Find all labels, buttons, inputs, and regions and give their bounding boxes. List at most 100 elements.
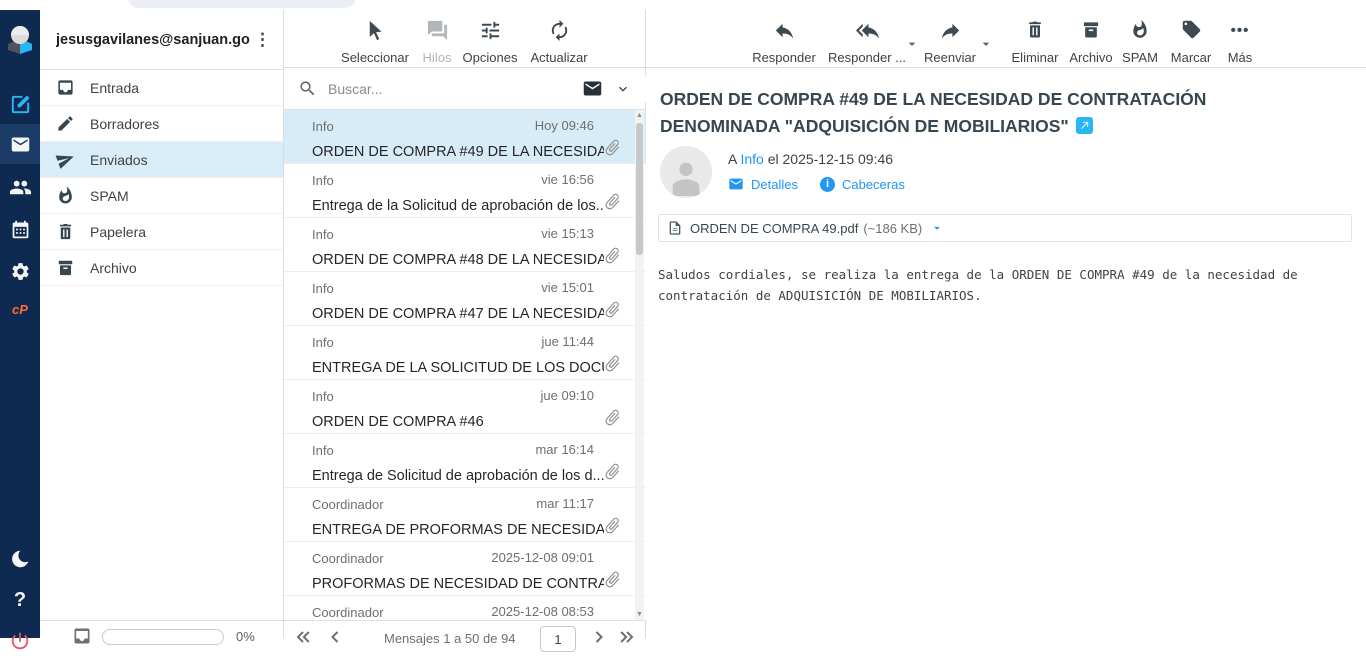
more-button[interactable]: ••• Más	[1216, 19, 1264, 65]
reply-all-icon	[856, 19, 879, 42]
browser-chrome-strip	[0, 0, 1366, 10]
more-dots-icon: •••	[1231, 19, 1250, 42]
page-number-input[interactable]	[540, 626, 576, 652]
archive-icon	[56, 258, 75, 277]
message-row[interactable]: Coordinador 2025-12-08 08:53	[284, 596, 646, 620]
sogo-logo	[4, 22, 36, 56]
recipient-line: A Info el 2025-12-15 09:46	[728, 151, 893, 167]
list-scrollbar[interactable]: ▲ ▼	[635, 110, 644, 620]
compose-icon[interactable]	[0, 86, 40, 122]
list-toolbar: Seleccionar Hilos Opciones Actualizar	[284, 10, 645, 68]
pointer-icon	[364, 19, 387, 42]
archive-icon	[1081, 19, 1101, 40]
inbox-status-icon	[72, 626, 92, 646]
calendar-module-icon[interactable]	[0, 211, 40, 247]
open-in-popup-icon[interactable]	[1076, 117, 1093, 134]
search-icon	[298, 79, 317, 98]
dark-mode-icon[interactable]	[0, 541, 40, 577]
pdf-icon	[667, 220, 683, 236]
spam-icon	[56, 186, 75, 205]
search-bar	[284, 68, 645, 110]
account-row: jesusgavilanes@sanjuan.gob.... ⋮	[40, 10, 283, 70]
message-row[interactable]: Info vie 15:01 ORDEN DE COMPRA #47 DE LA…	[284, 272, 646, 326]
recipient-link[interactable]: Info	[740, 151, 763, 167]
message-row[interactable]: Info Hoy 09:46 ORDEN DE COMPRA #49 DE LA…	[284, 110, 646, 164]
attachment-size: (~186 KB)	[863, 221, 922, 236]
quota-progress-bar	[102, 629, 224, 645]
tag-icon	[1181, 19, 1202, 40]
attachment-caret-icon[interactable]	[930, 221, 944, 235]
folder-archivo[interactable]: Archivo	[40, 250, 283, 286]
message-row[interactable]: Coordinador mar 11:17 ENTREGA DE PROFORM…	[284, 488, 646, 542]
person-icon	[666, 154, 706, 198]
scrollbar-thumb[interactable]	[636, 123, 643, 255]
mail-module-icon[interactable]	[0, 124, 40, 164]
logout-icon[interactable]	[0, 623, 40, 659]
forward-button[interactable]: Reenviar	[914, 19, 986, 65]
next-page-icon[interactable]	[588, 627, 610, 649]
help-icon[interactable]: ?	[0, 582, 40, 618]
first-page-icon[interactable]	[292, 627, 314, 649]
forward-icon	[939, 19, 962, 42]
select-button[interactable]: Seleccionar	[333, 19, 417, 65]
quota-status-bar: 0%	[40, 620, 283, 648]
folder-entrada[interactable]: Entrada	[40, 70, 283, 106]
settings-icon[interactable]	[0, 253, 40, 289]
pagination-bar: Mensajes 1 a 50 de 94	[284, 620, 645, 650]
headers-link[interactable]: i Cabeceras	[820, 177, 905, 192]
message-subject: ORDEN DE COMPRA #49 DE LA NECESIDAD DE C…	[660, 86, 1300, 140]
sent-icon	[53, 147, 77, 171]
prev-page-icon[interactable]	[324, 627, 346, 649]
options-button[interactable]: Opciones	[457, 19, 523, 65]
refresh-button[interactable]: Actualizar	[523, 19, 595, 65]
drafts-icon	[56, 114, 75, 133]
reply-button[interactable]: Responder	[746, 19, 822, 65]
account-menu-icon[interactable]: ⋮	[250, 30, 275, 50]
contacts-module-icon[interactable]	[0, 169, 40, 205]
attachment-name: ORDEN DE COMPRA 49.pdf	[690, 221, 858, 236]
options-icon	[479, 19, 502, 42]
message-rows: Info Hoy 09:46 ORDEN DE COMPRA #49 DE LA…	[284, 110, 646, 620]
reading-pane: Responder Responder ... Reenviar Elimina…	[646, 10, 1366, 638]
inbox-icon	[56, 78, 75, 97]
threads-button[interactable]: Hilos	[417, 19, 457, 65]
message-row[interactable]: Coordinador 2025-12-08 09:01 PROFORMAS D…	[284, 542, 646, 596]
folder-enviados[interactable]: Enviados	[40, 142, 283, 178]
trash-icon	[56, 222, 75, 241]
message-body: Saludos cordiales, se realiza la entrega…	[658, 264, 1338, 306]
message-list-panel: Seleccionar Hilos Opciones Actualizar In…	[284, 10, 646, 638]
folder-papelera[interactable]: Papelera	[40, 214, 283, 250]
message-meta-links: Detalles i Cabeceras	[728, 176, 927, 192]
message-row[interactable]: Info mar 16:14 Entrega de Solicitud de a…	[284, 434, 646, 488]
sender-avatar	[660, 146, 712, 198]
refresh-icon	[548, 19, 571, 42]
message-toolbar: Responder Responder ... Reenviar Elimina…	[646, 10, 1366, 68]
account-email: jesusgavilanes@sanjuan.gob....	[56, 32, 250, 48]
quota-percent: 0%	[236, 629, 255, 644]
message-row[interactable]: Info jue 11:44 ENTREGA DE LA SOLICITUD D…	[284, 326, 646, 380]
chevron-down-icon[interactable]	[615, 81, 631, 97]
browser-omnibox-remnant	[128, 0, 356, 8]
cpanel-icon[interactable]: cP	[0, 291, 40, 327]
folder-spam[interactable]: SPAM	[40, 178, 283, 214]
pagination-summary: Mensajes 1 a 50 de 94	[384, 631, 516, 646]
info-icon: i	[820, 177, 835, 192]
folder-sidebar: jesusgavilanes@sanjuan.gob.... ⋮ Entrada…	[40, 10, 284, 638]
scroll-up-icon[interactable]: ▲	[635, 112, 644, 119]
attachment-item[interactable]: ORDEN DE COMPRA 49.pdf (~186 KB)	[658, 214, 1352, 242]
message-row[interactable]: Info jue 09:10 ORDEN DE COMPRA #46	[284, 380, 646, 434]
app-rail: cP ?	[0, 10, 40, 638]
scroll-down-icon[interactable]: ▼	[635, 611, 644, 618]
reply-icon	[773, 19, 796, 42]
details-link[interactable]: Detalles	[728, 176, 798, 192]
delete-icon	[1025, 19, 1045, 40]
last-page-icon[interactable]	[616, 627, 638, 649]
forward-caret-icon[interactable]	[978, 36, 994, 52]
search-scope-envelope-icon[interactable]	[582, 78, 603, 99]
message-row[interactable]: Info vie 15:13 ORDEN DE COMPRA #48 DE LA…	[284, 218, 646, 272]
message-row[interactable]: Info vie 16:56 Entrega de la Solicitud d…	[284, 164, 646, 218]
envelope-icon	[728, 176, 744, 192]
reply-all-button[interactable]: Responder ...	[822, 19, 912, 65]
mark-button[interactable]: Marcar	[1158, 19, 1224, 65]
folder-borradores[interactable]: Borradores	[40, 106, 283, 142]
